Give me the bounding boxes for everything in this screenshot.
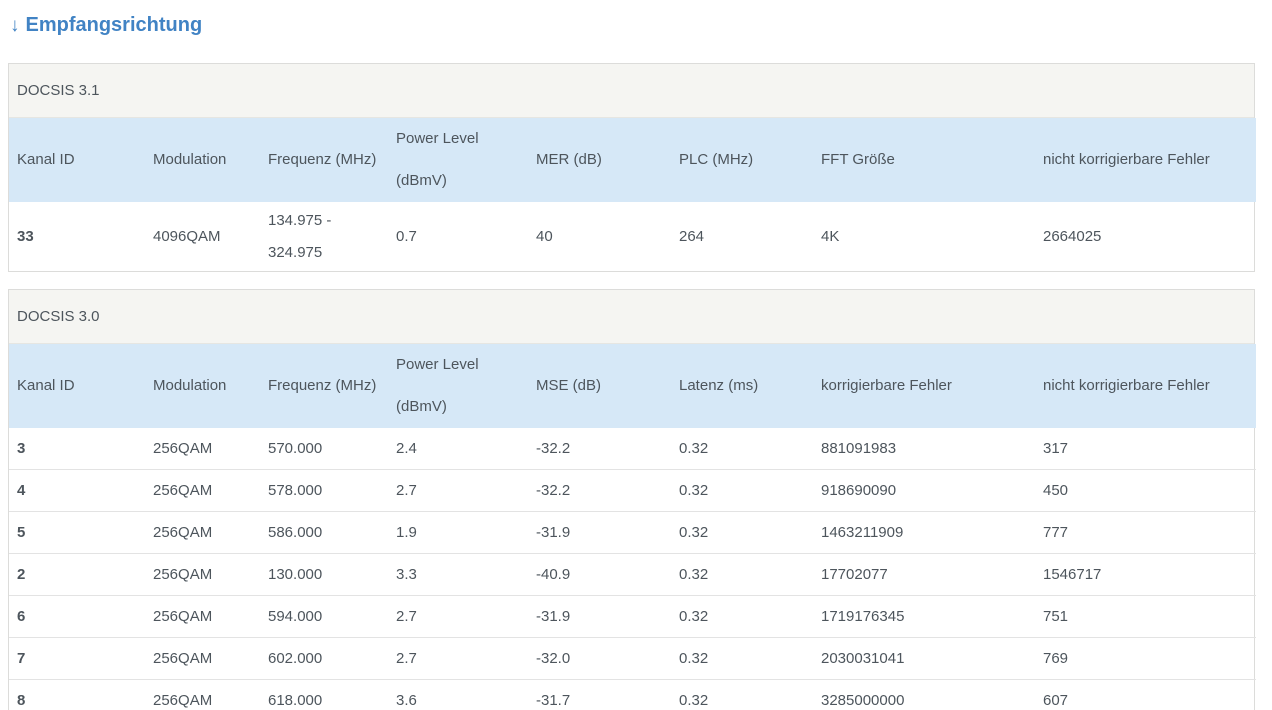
data-cell: 256QAM [145, 553, 260, 596]
data-cell: 256QAM [145, 595, 260, 638]
column-header: Frequenz (MHz) [260, 344, 388, 428]
channel-row: 3 256QAM 570.000 2.4 -32.2 0.32 881091983 317 [9, 428, 1256, 470]
column-header: Kanal ID [9, 118, 145, 202]
data-cell: 4K [821, 227, 840, 245]
data-cell: 918690090 [813, 469, 1035, 512]
column-header: Modulation [145, 344, 260, 428]
data-cell: 3285000000 [813, 679, 1035, 710]
data-cell: 586.000 [260, 511, 388, 554]
channel-row: 33 4096QAM 134.975 - 324.975 0.7 40 264 4K 2664… [9, 202, 1256, 271]
column-header: MSE (dB) [528, 344, 671, 428]
page-title: ↓ Empfangsrichtung [10, 12, 1272, 39]
data-cell: 594.000 [260, 595, 388, 638]
data-cell: 17702077 [813, 553, 1035, 596]
column-header: MER (dB) [528, 118, 671, 202]
data-cell: 264 [679, 227, 705, 245]
docsis30-channel-table: Kanal ID Modulation Frequenz (MHz) Power Le… [9, 344, 1256, 710]
channel-id-cell: 8 [9, 679, 145, 710]
data-cell: 0.7 [396, 227, 417, 245]
table-caption: DOCSIS 3.0 [9, 290, 1254, 344]
column-header: Kanal ID [9, 344, 145, 428]
data-cell: 256QAM [145, 679, 260, 710]
data-cell: 0.32 [671, 595, 813, 638]
data-cell: -31.9 [528, 511, 671, 554]
docsis31-table-card: DOCSIS 3.1 Kanal ID Modulation Frequenz (M… [8, 63, 1256, 272]
channel-id-cell: 5 [9, 511, 145, 554]
channel-row: 2 256QAM 130.000 3.3 -40.9 0.32 17702077 154671… [9, 553, 1256, 596]
column-header-row: Kanal ID Modulation Frequenz (MHz) Power Le… [9, 344, 1256, 428]
data-cell: 2030031041 [813, 637, 1035, 680]
data-cell: 3.6 [388, 679, 528, 710]
data-cell: 134.975 - 324.975 [268, 211, 332, 261]
data-cell: 256QAM [153, 439, 213, 457]
data-cell: 602.000 [260, 637, 388, 680]
channel-row: 6 256QAM 594.000 2.7 -31.9 0.32 1719176345 751 [9, 595, 1256, 638]
data-cell: 0.32 [671, 553, 813, 596]
data-cell: 4096QAM [153, 227, 221, 245]
channel-id-cell: 33 [17, 227, 34, 245]
data-cell: 256QAM [145, 511, 260, 554]
docsis31-channel-table: Kanal ID Modulation Frequenz (MHz) Power Le… [9, 118, 1256, 271]
data-cell: 0.32 [671, 469, 813, 512]
column-header: korrigierbare Fehler [813, 344, 1035, 428]
docsis30-table-card: DOCSIS 3.0 Kanal ID Modulation Frequenz (M… [8, 289, 1256, 710]
data-cell: 777 [1035, 511, 1256, 554]
channel-row: 7 256QAM 602.000 2.7 -32.0 0.32 2030031041 769 [9, 637, 1256, 680]
channel-id-cell: 7 [9, 637, 145, 680]
data-cell: 618.000 [260, 679, 388, 710]
column-header: PLC (MHz) [671, 118, 813, 202]
channel-id-cell: 6 [9, 595, 145, 638]
data-cell: 317 [1043, 439, 1069, 457]
column-header: FFT Größe [813, 118, 1035, 202]
data-cell: -32.2 [528, 469, 671, 512]
table-caption: DOCSIS 3.1 [9, 64, 1254, 118]
channel-id-cell: 4 [9, 469, 145, 512]
data-cell: 3.3 [388, 553, 528, 596]
data-cell: 769 [1035, 637, 1256, 680]
data-cell: 1719176345 [813, 595, 1035, 638]
column-header: nicht korrigierbare Fehler [1035, 344, 1256, 428]
data-cell: 0.32 [679, 439, 709, 457]
data-cell: -32.2 [536, 439, 571, 457]
data-cell: -40.9 [528, 553, 671, 596]
data-cell: 40 [536, 227, 553, 245]
data-cell: 578.000 [260, 469, 388, 512]
channel-id-cell: 3 [17, 439, 26, 457]
data-cell: 130.000 [260, 553, 388, 596]
data-cell: 256QAM [145, 637, 260, 680]
column-header: nicht korrigierbare Fehler [1035, 118, 1256, 202]
column-header-row: Kanal ID Modulation Frequenz (MHz) Power Le… [9, 118, 1256, 202]
data-cell: 2.4 [396, 439, 417, 457]
data-cell: 0.32 [671, 637, 813, 680]
data-cell: 0.32 [671, 511, 813, 554]
column-header: Power Level (dBmV) [388, 118, 528, 202]
data-cell: 570.000 [268, 439, 323, 457]
data-cell: 1463211909 [813, 511, 1035, 554]
column-header: Power Level (dBmV) [388, 344, 528, 428]
data-cell: -31.9 [528, 595, 671, 638]
column-header: Modulation [145, 118, 260, 202]
column-header: Frequenz (MHz) [260, 118, 388, 202]
page-title-text: Empfangsrichtung [25, 14, 203, 36]
data-cell: 2.7 [388, 637, 528, 680]
data-cell: 2664025 [1043, 227, 1102, 245]
data-cell: -31.7 [528, 679, 671, 710]
column-header: Latenz (ms) [671, 344, 813, 428]
channel-row: 5 256QAM 586.000 1.9 -31.9 0.32 1463211909 777 [9, 511, 1256, 554]
data-cell: 1.9 [388, 511, 528, 554]
data-cell: 751 [1035, 595, 1256, 638]
data-cell: 0.32 [671, 679, 813, 710]
data-cell: 607 [1035, 679, 1256, 710]
channel-id-cell: 2 [9, 553, 145, 596]
data-cell: -32.0 [528, 637, 671, 680]
data-cell: 2.7 [388, 595, 528, 638]
data-cell: 1546717 [1035, 553, 1256, 596]
downstream-arrow-icon: ↓ [10, 15, 20, 36]
data-cell: 256QAM [145, 469, 260, 512]
data-cell: 450 [1035, 469, 1256, 512]
data-cell: 2.7 [388, 469, 528, 512]
data-cell: 881091983 [821, 439, 897, 457]
channel-row: 8 256QAM 618.000 3.6 -31.7 0.32 3285000000 607 [9, 679, 1256, 710]
channel-row: 4 256QAM 578.000 2.7 -32.2 0.32 918690090 450 [9, 469, 1256, 512]
